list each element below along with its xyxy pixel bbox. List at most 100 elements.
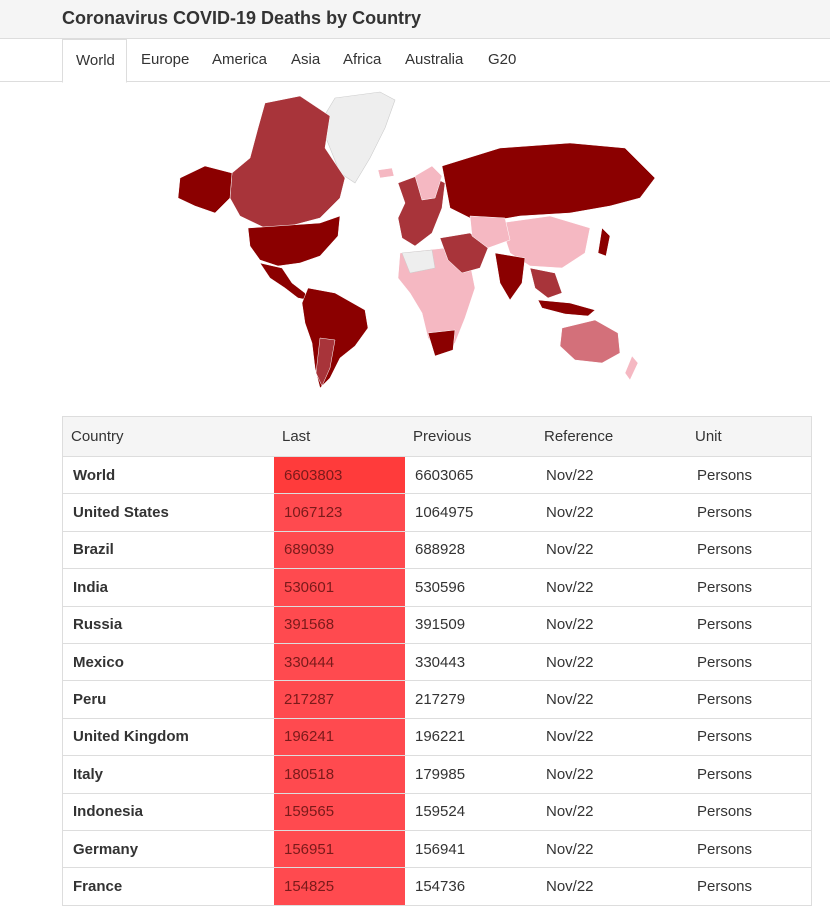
table-row[interactable]: Italy 180518 179985 Nov/22 Persons: [62, 755, 812, 794]
previous-value-cell: 196221: [405, 718, 536, 757]
last-value-cell: 196241: [274, 718, 405, 757]
reference-cell: Nov/22: [536, 718, 687, 757]
unit-cell: Persons: [687, 456, 812, 495]
col-previous-header[interactable]: Previous: [405, 416, 536, 457]
page-title: Coronavirus COVID-19 Deaths by Country: [62, 8, 422, 28]
tab-america[interactable]: America: [199, 39, 280, 82]
region-tabs: World Europe America Asia Africa Austral…: [0, 39, 830, 83]
table-row[interactable]: France 154825 154736 Nov/22 Persons: [62, 867, 812, 906]
map-region-iceland: [377, 167, 395, 179]
reference-cell: Nov/22: [536, 793, 687, 831]
country-cell[interactable]: Brazil: [62, 531, 274, 570]
previous-value-cell: 688928: [405, 531, 536, 570]
unit-cell: Persons: [687, 755, 812, 794]
unit-cell: Persons: [687, 680, 812, 719]
unit-cell: Persons: [687, 643, 812, 682]
country-cell[interactable]: United Kingdom: [62, 718, 274, 757]
unit-cell: Persons: [687, 867, 812, 906]
unit-cell: Persons: [687, 793, 812, 831]
col-last-header[interactable]: Last: [274, 416, 405, 457]
previous-value-cell: 179985: [405, 755, 536, 794]
table-header-row: Country Last Previous Reference Unit: [62, 416, 812, 457]
last-value-cell: 689039: [274, 531, 405, 570]
map-region-south-africa: [427, 329, 456, 357]
country-cell[interactable]: Germany: [62, 830, 274, 869]
deaths-table-container: Country Last Previous Reference Unit Wor…: [62, 416, 812, 906]
reference-cell: Nov/22: [536, 531, 687, 570]
previous-value-cell: 330443: [405, 643, 536, 682]
tab-world[interactable]: World: [62, 39, 127, 83]
tab-g20[interactable]: G20: [475, 39, 529, 82]
country-cell[interactable]: Mexico: [62, 643, 274, 682]
country-cell[interactable]: India: [62, 568, 274, 607]
tab-europe[interactable]: Europe: [128, 39, 202, 82]
reference-cell: Nov/22: [536, 568, 687, 607]
table-row[interactable]: World 6603803 6603065 Nov/22 Persons: [62, 456, 812, 495]
tab-asia[interactable]: Asia: [278, 39, 333, 82]
table-row[interactable]: Germany 156951 156941 Nov/22 Persons: [62, 830, 812, 869]
reference-cell: Nov/22: [536, 456, 687, 495]
reference-cell: Nov/22: [536, 680, 687, 719]
last-value-cell: 1067123: [274, 493, 405, 532]
previous-value-cell: 6603065: [405, 456, 536, 495]
map-region-australia: [559, 319, 621, 364]
unit-cell: Persons: [687, 606, 812, 644]
map-region-canada: [229, 95, 346, 229]
map-region-new-zealand: [624, 355, 639, 381]
country-cell[interactable]: Italy: [62, 755, 274, 794]
map-region-india: [494, 252, 526, 301]
table-row[interactable]: Indonesia 159565 159524 Nov/22 Persons: [62, 793, 812, 831]
map-region-alaska: [177, 165, 233, 214]
previous-value-cell: 154736: [405, 867, 536, 906]
unit-cell: Persons: [687, 493, 812, 532]
table-row[interactable]: Russia 391568 391509 Nov/22 Persons: [62, 606, 812, 644]
reference-cell: Nov/22: [536, 643, 687, 682]
last-value-cell: 391568: [274, 606, 405, 644]
unit-cell: Persons: [687, 568, 812, 607]
map-region-japan: [597, 227, 611, 257]
last-value-cell: 180518: [274, 755, 405, 794]
last-value-cell: 6603803: [274, 456, 405, 495]
country-cell[interactable]: France: [62, 867, 274, 906]
col-country-header[interactable]: Country: [62, 416, 274, 457]
last-value-cell: 330444: [274, 643, 405, 682]
unit-cell: Persons: [687, 718, 812, 757]
country-cell[interactable]: Peru: [62, 680, 274, 719]
previous-value-cell: 159524: [405, 793, 536, 831]
previous-value-cell: 156941: [405, 830, 536, 869]
world-map[interactable]: [170, 88, 660, 393]
last-value-cell: 530601: [274, 568, 405, 607]
table-row[interactable]: United States 1067123 1064975 Nov/22 Per…: [62, 493, 812, 532]
country-cell[interactable]: United States: [62, 493, 274, 532]
unit-cell: Persons: [687, 830, 812, 869]
map-region-mexico: [259, 262, 309, 301]
table-row[interactable]: India 530601 530596 Nov/22 Persons: [62, 568, 812, 607]
country-cell[interactable]: Indonesia: [62, 793, 274, 831]
deaths-table: Country Last Previous Reference Unit Wor…: [62, 416, 812, 906]
reference-cell: Nov/22: [536, 606, 687, 644]
unit-cell: Persons: [687, 531, 812, 570]
last-value-cell: 159565: [274, 793, 405, 831]
col-reference-header[interactable]: Reference: [536, 416, 687, 457]
previous-value-cell: 530596: [405, 568, 536, 607]
tab-australia[interactable]: Australia: [392, 39, 476, 82]
table-row[interactable]: Peru 217287 217279 Nov/22 Persons: [62, 680, 812, 719]
reference-cell: Nov/22: [536, 867, 687, 906]
map-region-indonesia: [537, 299, 596, 317]
table-row[interactable]: Mexico 330444 330443 Nov/22 Persons: [62, 643, 812, 682]
map-region-se-asia: [529, 267, 563, 299]
col-unit-header[interactable]: Unit: [687, 416, 812, 457]
table-row[interactable]: Brazil 689039 688928 Nov/22 Persons: [62, 531, 812, 570]
country-cell[interactable]: Russia: [62, 606, 274, 644]
last-value-cell: 156951: [274, 830, 405, 869]
title-bar: Coronavirus COVID-19 Deaths by Country: [0, 0, 830, 39]
previous-value-cell: 217279: [405, 680, 536, 719]
last-value-cell: 154825: [274, 867, 405, 906]
reference-cell: Nov/22: [536, 755, 687, 794]
reference-cell: Nov/22: [536, 493, 687, 532]
table-row[interactable]: United Kingdom 196241 196221 Nov/22 Pers…: [62, 718, 812, 757]
previous-value-cell: 391509: [405, 606, 536, 644]
map-region-south-america: [301, 287, 369, 389]
country-cell[interactable]: World: [62, 456, 274, 495]
tab-africa[interactable]: Africa: [330, 39, 394, 82]
